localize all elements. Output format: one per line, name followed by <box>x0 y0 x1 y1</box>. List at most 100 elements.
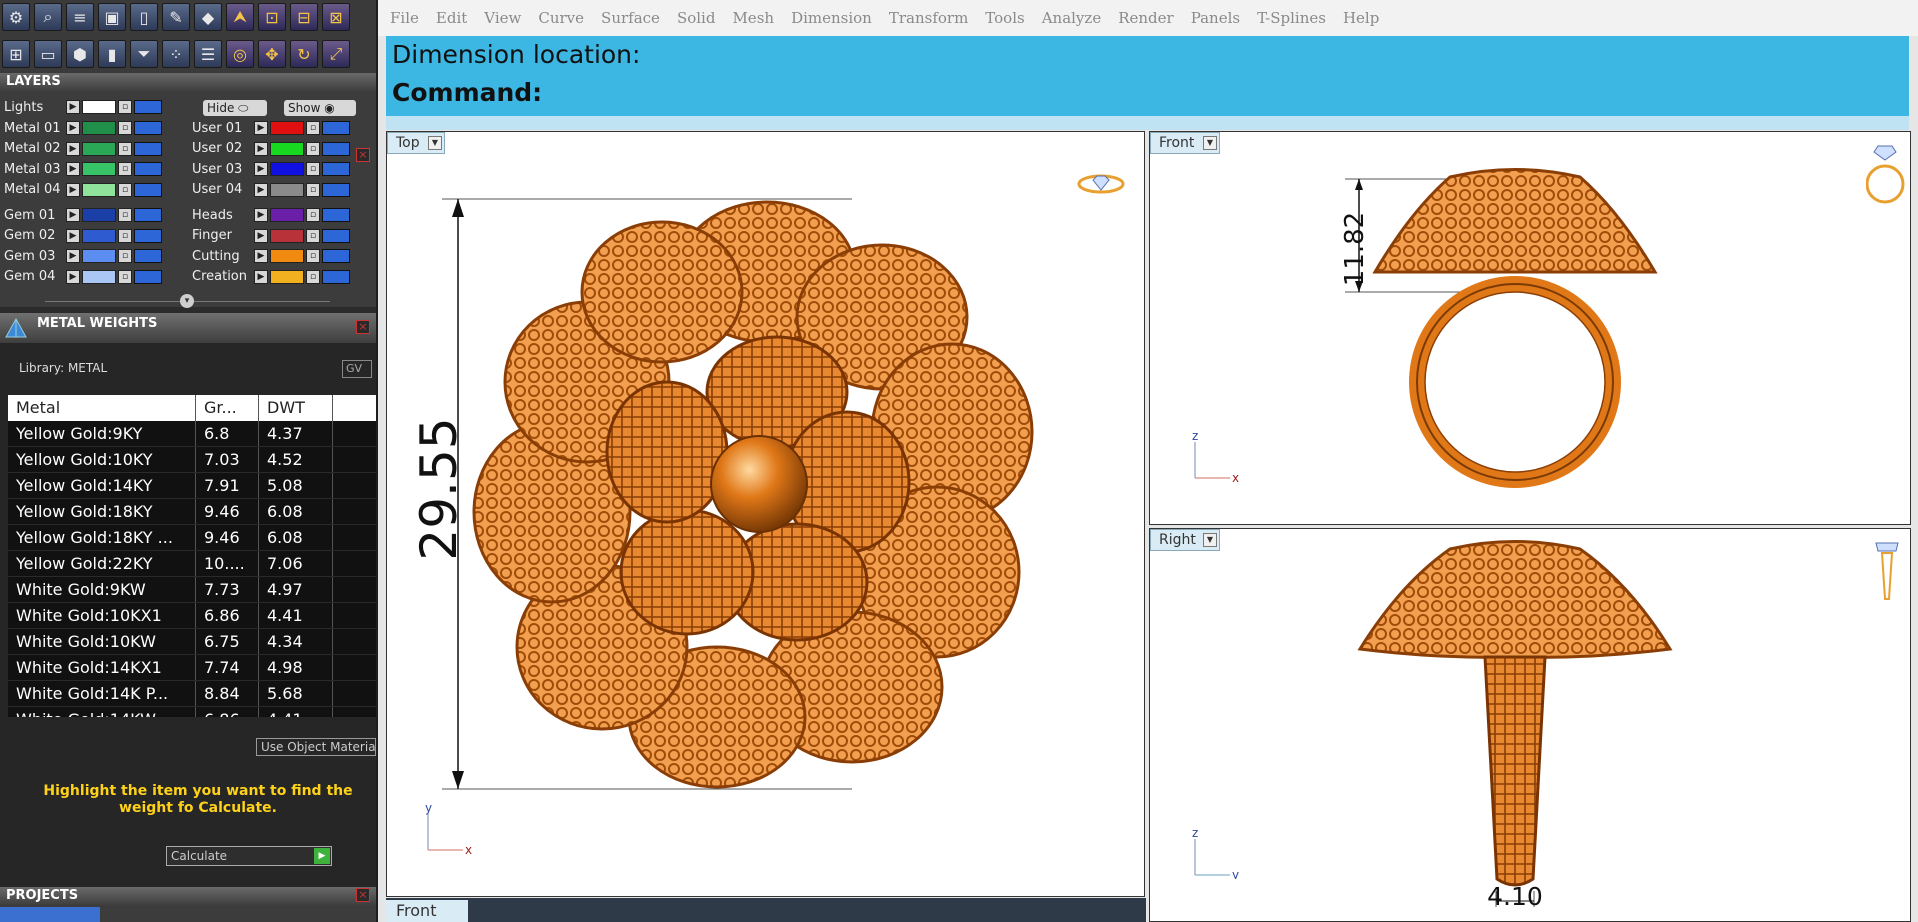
visibility-toggle[interactable] <box>134 269 162 284</box>
layer-row[interactable]: User 04 ▶ ▫ <box>188 181 352 199</box>
expand-icon[interactable]: ▶ <box>66 141 80 156</box>
lock-icon[interactable]: ▫ <box>118 100 132 114</box>
layer-color-swatch[interactable] <box>82 162 116 176</box>
expand-icon[interactable]: ▶ <box>254 228 268 243</box>
layer-color-swatch[interactable] <box>270 269 304 284</box>
column-header[interactable]: Gr... <box>196 395 259 421</box>
column-header[interactable]: Metal <box>8 395 196 421</box>
layer-row[interactable]: Gem 04 ▶ ▫ <box>0 268 164 286</box>
table-row[interactable]: White Gold:14KX1 7.74 4.98 <box>8 655 376 681</box>
visibility-toggle[interactable] <box>322 228 350 243</box>
menu-item[interactable]: Mesh <box>732 9 774 27</box>
expand-icon[interactable]: ▶ <box>254 208 268 222</box>
table-row[interactable]: Yellow Gold:22KY 10.... 7.06 <box>8 551 376 577</box>
table-row[interactable]: White Gold:14K P... 8.84 5.68 <box>8 681 376 707</box>
visibility-toggle[interactable] <box>134 141 162 156</box>
layer-color-swatch[interactable] <box>270 249 304 263</box>
layer-row[interactable]: Creation ▶ ▫ <box>188 268 352 286</box>
calculate-field[interactable]: Calculate ▶ <box>166 846 332 866</box>
viewport-top[interactable]: Top ▼ 29.55 y x <box>386 131 1145 897</box>
visibility-toggle[interactable] <box>322 162 350 176</box>
visibility-toggle[interactable] <box>322 269 350 284</box>
menu-item[interactable]: Solid <box>677 9 716 27</box>
move-icon[interactable]: ✥ <box>258 40 286 68</box>
visibility-toggle[interactable] <box>322 121 350 135</box>
window-icon[interactable]: ▭ <box>34 40 62 68</box>
visibility-toggle[interactable] <box>134 100 162 114</box>
table-row[interactable]: Yellow Gold:18KY 9.46 6.08 <box>8 499 376 525</box>
visibility-toggle[interactable] <box>134 182 162 197</box>
layer-row[interactable]: Metal 01 ▶ ▫ <box>0 119 164 137</box>
layer-color-swatch[interactable] <box>82 269 116 284</box>
table-row[interactable]: Yellow Gold:14KY 7.91 5.08 <box>8 473 376 499</box>
cube-icon[interactable]: ◆ <box>194 3 222 31</box>
menu-item[interactable]: Surface <box>601 9 660 27</box>
visibility-toggle[interactable] <box>322 249 350 263</box>
layer-row[interactable]: User 01 ▶ ▫ <box>188 119 352 137</box>
lights-swatch[interactable] <box>82 100 116 114</box>
layers-icon[interactable]: ≡ <box>66 3 94 31</box>
filter-icon[interactable]: ⏷ <box>130 40 158 68</box>
viewport-right[interactable]: Right ▼ 4.10 z y <box>1149 528 1911 922</box>
close-icon[interactable]: × <box>356 320 370 334</box>
lock-icon[interactable]: ▫ <box>118 182 132 197</box>
close-icon[interactable]: × <box>356 148 370 162</box>
lock-icon[interactable]: ▫ <box>306 121 320 135</box>
frame-alt-icon[interactable]: ⊟ <box>290 3 318 31</box>
visibility-toggle[interactable] <box>322 208 350 222</box>
table-row[interactable]: White Gold:10KW 6.75 4.34 <box>8 629 376 655</box>
expand-icon[interactable]: ▶ <box>66 162 80 176</box>
layer-row[interactable]: Cutting ▶ ▫ <box>188 247 352 265</box>
lock-icon[interactable]: ▫ <box>306 182 320 197</box>
table-row[interactable]: White Gold:9KW 7.73 4.97 <box>8 577 376 603</box>
hide-button[interactable]: Hide ⬭ <box>203 100 267 116</box>
lock-icon[interactable]: ▫ <box>118 269 132 284</box>
layer-color-swatch[interactable] <box>82 141 116 156</box>
settings-icon[interactable]: ⚙ <box>2 3 30 31</box>
visibility-toggle[interactable] <box>322 182 350 197</box>
box-icon[interactable]: ▣ <box>98 3 126 31</box>
hex-icon[interactable]: ⬢ <box>66 40 94 68</box>
visibility-toggle[interactable] <box>134 249 162 263</box>
visibility-toggle[interactable] <box>134 228 162 243</box>
layer-row[interactable]: Metal 03 ▶ ▫ <box>0 160 164 178</box>
expand-icon[interactable]: ▶ <box>254 182 268 197</box>
expand-icon[interactable]: ▶ <box>66 228 80 243</box>
grid-icon[interactable]: ⊞ <box>2 40 30 68</box>
search-icon[interactable]: ⌕ <box>34 3 62 31</box>
layer-color-swatch[interactable] <box>82 249 116 263</box>
layer-color-swatch[interactable] <box>270 121 304 135</box>
lock-icon[interactable]: ▫ <box>118 208 132 222</box>
layer-color-swatch[interactable] <box>270 182 304 197</box>
table-row[interactable]: Yellow Gold:10KY 7.03 4.52 <box>8 447 376 473</box>
table-row[interactable]: White Gold:14KW6.864.41 <box>8 707 376 717</box>
lock-icon[interactable]: ▫ <box>306 249 320 263</box>
show-button[interactable]: Show ◉ <box>284 100 356 116</box>
menu-item[interactable]: Edit <box>436 9 467 27</box>
lock-icon[interactable]: ▫ <box>306 162 320 176</box>
menu-item[interactable]: Dimension <box>791 9 872 27</box>
lock-icon[interactable]: ▫ <box>118 162 132 176</box>
lock-icon[interactable]: ▫ <box>118 249 132 263</box>
lock-icon[interactable]: ▫ <box>118 141 132 156</box>
menu-item[interactable]: Analyze <box>1042 9 1102 27</box>
layer-color-swatch[interactable] <box>82 121 116 135</box>
layer-row[interactable]: Metal 04 ▶ ▫ <box>0 181 164 199</box>
use-object-material-button[interactable]: Use Object Materia <box>256 738 376 756</box>
layer-row[interactable]: Finger ▶ ▫ <box>188 227 352 245</box>
expand-icon[interactable]: ▶ <box>66 182 80 197</box>
layer-color-swatch[interactable] <box>82 208 116 222</box>
layer-color-swatch[interactable] <box>270 228 304 243</box>
project-tab[interactable] <box>0 907 100 922</box>
layer-row[interactable]: Metal 02 ▶ ▫ <box>0 140 164 158</box>
table-row[interactable]: Yellow Gold:9KY 6.8 4.37 <box>8 421 376 447</box>
visibility-toggle[interactable] <box>134 208 162 222</box>
menu-item[interactable]: Tools <box>985 9 1024 27</box>
ring-icon[interactable]: ◎ <box>226 40 254 68</box>
expand-icon[interactable]: ▶ <box>254 162 268 176</box>
viewport-front[interactable]: Front ▼ 11.82 z x <box>1149 131 1911 525</box>
list-icon[interactable]: ☰ <box>194 40 222 68</box>
expand-icon[interactable]: ▶ <box>66 269 80 284</box>
pencil-icon[interactable]: ✎ <box>162 3 190 31</box>
expand-icon[interactable]: ▶ <box>254 121 268 135</box>
